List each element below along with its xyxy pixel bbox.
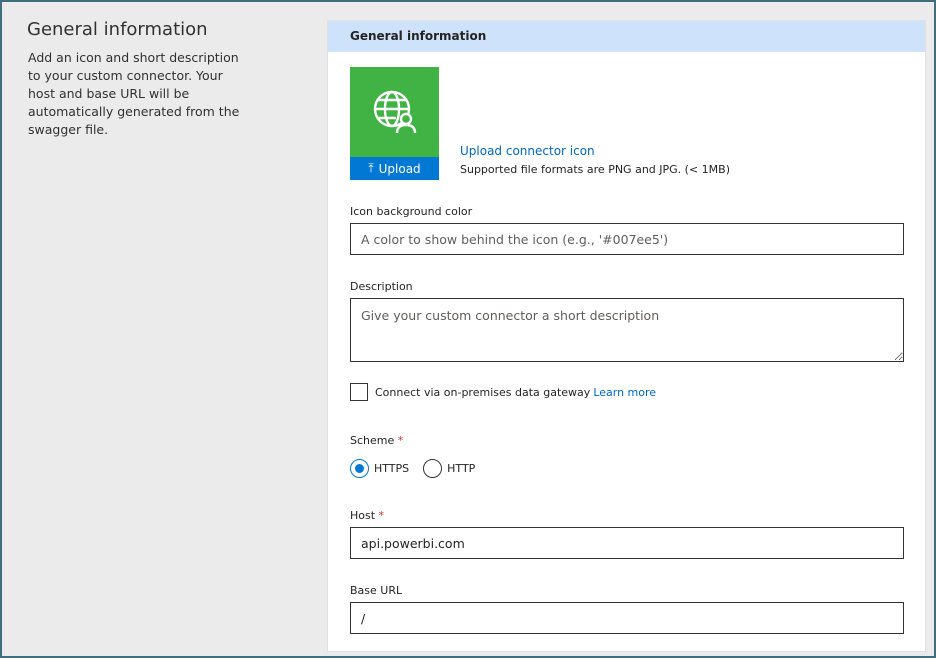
globe-person-icon <box>373 90 416 134</box>
upload-button[interactable]: ⤒ Upload <box>350 157 439 180</box>
description-label: Description <box>350 280 413 293</box>
icon-background-color-label: Icon background color <box>350 205 473 218</box>
scheme-option-https[interactable]: HTTPS <box>350 459 409 478</box>
scheme-option-http[interactable]: HTTP <box>423 459 475 478</box>
host-input[interactable] <box>350 527 904 559</box>
left-pane: General information Add an icon and shor… <box>14 14 314 139</box>
learn-more-link[interactable]: Learn more <box>593 386 656 399</box>
upload-connector-icon-link[interactable]: Upload connector icon <box>460 144 595 158</box>
radio-https-label: HTTPS <box>374 462 410 475</box>
page-title: General information <box>27 19 208 40</box>
host-label: Host * <box>350 509 384 522</box>
description-input[interactable] <box>350 298 904 362</box>
base-url-label: Base URL <box>350 584 403 597</box>
icon-background-color-input[interactable] <box>350 223 904 255</box>
scheme-label-text: Scheme <box>350 434 395 447</box>
gateway-option: Connect via on-premises data gateway Lea… <box>350 383 656 401</box>
required-marker: * <box>397 434 404 447</box>
window-frame: General information Add an icon and shor… <box>0 0 936 658</box>
gateway-checkbox-label: Connect via on-premises data gateway <box>375 385 591 399</box>
upload-button-label: Upload <box>378 161 421 176</box>
connector-icon-tile[interactable]: ⤒ Upload <box>350 67 439 180</box>
supported-formats-note: Supported file formats are PNG and JPG. … <box>460 163 730 176</box>
radio-http-label: HTTP <box>447 462 476 475</box>
base-url-input[interactable] <box>350 602 904 634</box>
general-information-panel: General information ⤒ Upload Upload conn… <box>327 20 926 652</box>
radio-https[interactable] <box>350 459 369 478</box>
section-header: General information <box>328 21 925 52</box>
upload-arrow-icon: ⤒ <box>368 161 374 175</box>
required-marker: * <box>378 509 385 522</box>
host-label-text: Host <box>350 509 376 522</box>
scheme-radio-group: HTTPS HTTP <box>350 459 489 478</box>
gateway-checkbox[interactable] <box>350 383 368 401</box>
connector-icon-preview <box>350 67 439 157</box>
section-description: Add an icon and short description to you… <box>28 50 240 137</box>
radio-selected-dot <box>355 464 364 473</box>
scheme-label: Scheme * <box>350 434 403 447</box>
radio-http[interactable] <box>423 459 443 478</box>
